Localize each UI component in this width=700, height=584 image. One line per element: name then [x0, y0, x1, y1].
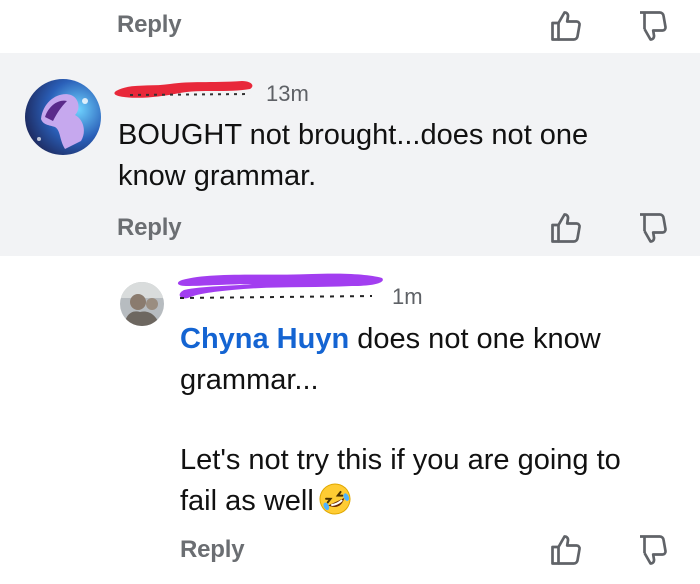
mention-link[interactable]: Chyna Huyn: [180, 323, 349, 355]
thumbs-up-icon[interactable]: [548, 8, 584, 44]
thumbs-down-icon[interactable]: [634, 532, 670, 568]
comment-line: fail as well: [180, 481, 621, 522]
timestamp: 13m: [266, 81, 309, 106]
previous-comment-actions: Reply: [0, 0, 700, 53]
comment-line: grammar...: [180, 364, 319, 396]
avatar[interactable]: [25, 79, 101, 155]
thumbs-up-icon[interactable]: [548, 210, 584, 246]
rolling-laughing-emoji-icon: [318, 482, 352, 516]
redacted-name: [177, 273, 383, 299]
comment-text: BOUGHT not brought...does not one know g…: [118, 115, 588, 197]
reply-link[interactable]: Reply: [180, 536, 245, 564]
comment-line: BOUGHT not brought...does not one: [118, 119, 589, 151]
avatar[interactable]: [120, 282, 164, 326]
thumbs-down-icon[interactable]: [634, 8, 670, 44]
redacted-name: [114, 81, 253, 98]
timestamp: 1m: [392, 284, 423, 309]
comment-text: Chyna Huyn does not one know grammar... …: [180, 319, 621, 522]
comment-fragment: does not one know: [349, 323, 601, 355]
comment: 13m BOUGHT not brought...does not one kn…: [0, 53, 700, 256]
reply-comment: 1m Chyna Huyn does not one know grammar.…: [0, 256, 700, 584]
reply-link[interactable]: Reply: [117, 11, 182, 39]
comment-line: Let's not try this if you are going to: [180, 444, 621, 476]
comment-fragment: fail as well: [180, 485, 314, 517]
thumbs-down-icon[interactable]: [634, 210, 670, 246]
reply-link[interactable]: Reply: [117, 214, 182, 242]
comment-line: Chyna Huyn does not one know: [180, 319, 621, 360]
comment-line: know grammar.: [118, 160, 317, 192]
thumbs-up-icon[interactable]: [548, 532, 584, 568]
